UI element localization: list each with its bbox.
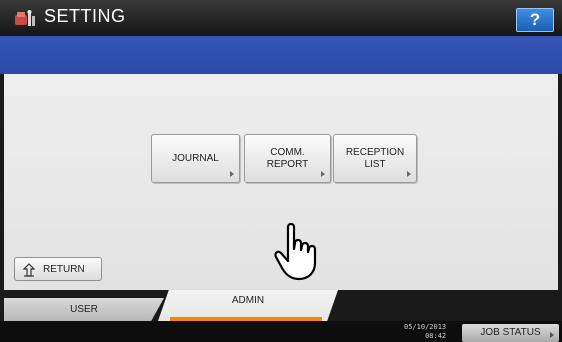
main-panel: JOURNAL COMM. REPORT RECEPTION LIST RETU… [4,74,558,290]
page-title: SETTING [44,6,126,26]
return-arrow-icon [23,263,35,277]
status-bar: 05/10/2013 08:42 JOB STATUS [0,321,562,342]
triangle-right-icon [230,171,234,177]
tab-admin-label: ADMIN [231,295,265,306]
comm-report-label-line2: REPORT [266,158,309,170]
tab-user-label: USER [70,304,98,315]
triangle-right-icon [407,171,411,177]
hand-pointer-icon [274,222,317,281]
mode-tab-strip: USER ADMIN [0,290,562,321]
return-label: RETURN [43,264,85,275]
setting-icon [15,10,35,26]
reception-list-label-line2: LIST [364,158,386,170]
tab-user[interactable]: USER [4,298,164,321]
time-text: 08:42 [425,332,447,340]
comm-report-label-line1: COMM. [270,146,305,158]
reception-list-button[interactable]: RECEPTION LIST [333,134,417,183]
title-bar: SETTING ? [0,0,562,36]
date-time-display: 05/10/2013 08:42 [404,323,446,341]
comm-report-button[interactable]: COMM. REPORT [244,134,331,183]
job-status-label: JOB STATUS [480,327,541,338]
triangle-right-icon [550,332,554,338]
job-status-button[interactable]: JOB STATUS [462,324,559,342]
comm-report-button-label: COMM. REPORT [245,135,330,186]
date-text: 05/10/2013 [404,323,447,331]
help-button[interactable]: ? [516,8,554,32]
reception-list-label-line1: RECEPTION [345,146,405,158]
journal-button-label: JOURNAL [152,135,239,186]
journal-button[interactable]: JOURNAL [151,134,240,183]
tab-admin[interactable]: ADMIN [158,290,338,321]
return-button[interactable]: RETURN [14,257,102,281]
triangle-right-icon [321,171,325,177]
reception-list-button-label: RECEPTION LIST [334,135,416,186]
journal-label: JOURNAL [172,152,219,164]
header-band [0,36,562,74]
